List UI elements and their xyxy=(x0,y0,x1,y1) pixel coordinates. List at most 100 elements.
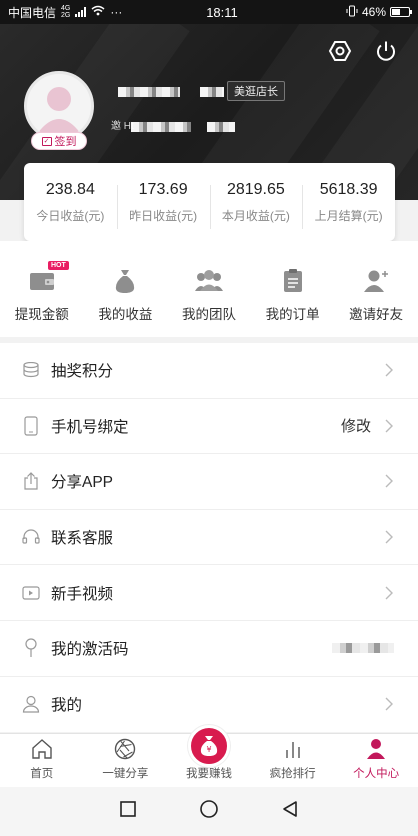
quick-action-label: 我的团队 xyxy=(181,307,236,322)
invite-code-redacted xyxy=(207,122,235,132)
chevron-right-icon xyxy=(385,586,394,600)
money-bag-icon xyxy=(84,267,168,295)
quick-action-label: 我的收益 xyxy=(98,307,153,322)
checkin-label: 签到 xyxy=(54,136,77,148)
quick-action-label: 提现金额 xyxy=(14,307,69,322)
quick-action-invite[interactable]: 邀请好友 xyxy=(334,267,418,337)
stat-label: 今日收益(元) xyxy=(36,208,105,223)
recents-icon[interactable] xyxy=(119,800,137,823)
chevron-right-icon xyxy=(385,697,394,711)
stat-value: 238.84 xyxy=(45,180,95,198)
quick-action-withdraw[interactable]: HOT 提现金额 xyxy=(0,261,84,337)
battery-icon xyxy=(390,7,412,17)
ranking-icon xyxy=(283,737,303,761)
video-icon xyxy=(20,583,42,603)
menu-item-label: 抽奖积分 xyxy=(51,363,114,381)
user-icon xyxy=(20,694,42,714)
quick-action-earnings[interactable]: 我的收益 xyxy=(84,267,168,337)
username-redacted xyxy=(118,87,180,97)
stat-last-month[interactable]: 5618.39 上月结算(元) xyxy=(302,180,395,229)
carrier-label: 中国电信 xyxy=(8,5,57,20)
profile-icon xyxy=(365,737,387,761)
menu-item-share-app[interactable]: 分享APP xyxy=(0,454,418,510)
clock: 18:11 xyxy=(206,4,238,20)
stat-value: 2819.65 xyxy=(226,180,285,198)
quick-action-team[interactable]: 我的团队 xyxy=(167,267,251,337)
tab-home[interactable]: 首页 xyxy=(0,734,84,787)
battery-percent: 46% xyxy=(361,5,386,19)
chevron-right-icon xyxy=(385,530,394,544)
stat-label: 本月收益(元) xyxy=(221,208,290,223)
chevron-right-icon xyxy=(385,419,394,433)
team-icon xyxy=(167,267,251,295)
headset-icon xyxy=(20,527,42,547)
menu-item-tutorial-video[interactable]: 新手视频 xyxy=(0,565,418,621)
chevron-right-icon xyxy=(385,363,394,377)
menu-item-customer-service[interactable]: 联系客服 xyxy=(0,510,418,566)
checkin-icon: ✓ xyxy=(41,136,52,146)
quick-action-label: 我的订单 xyxy=(265,307,320,322)
tab-label: 我要赚钱 xyxy=(185,768,232,780)
quick-action-label: 邀请好友 xyxy=(349,307,404,322)
menu-item-label: 新手视频 xyxy=(51,585,114,603)
back-icon[interactable] xyxy=(281,800,299,823)
checkin-button[interactable]: ✓ 签到 xyxy=(31,132,87,150)
power-icon[interactable] xyxy=(373,38,399,64)
earnings-card: 238.84 今日收益(元) 173.69 昨日收益(元) 2819.65 本月… xyxy=(24,163,395,241)
menu-item-lottery-points[interactable]: 抽奖积分 xyxy=(0,343,418,399)
share-icon xyxy=(20,471,42,491)
activation-code-redacted xyxy=(332,643,394,654)
home-icon xyxy=(31,737,53,761)
system-nav-bar xyxy=(0,787,418,836)
menu-item-label: 我的激活码 xyxy=(51,641,129,659)
quick-action-orders[interactable]: 我的订单 xyxy=(251,267,335,337)
tab-one-click-share[interactable]: 一键分享 xyxy=(84,734,168,787)
tab-ranking[interactable]: 疯抢排行 xyxy=(251,734,335,787)
modify-link[interactable]: 修改 xyxy=(341,415,371,436)
wallet-icon xyxy=(0,267,84,295)
menu-item-label: 我的 xyxy=(51,697,83,715)
money-bag-icon: ¥ xyxy=(187,725,230,767)
order-icon xyxy=(251,267,335,295)
stat-value: 173.69 xyxy=(138,180,188,198)
home-button-icon[interactable] xyxy=(199,799,219,824)
svg-text:¥: ¥ xyxy=(206,745,211,754)
tab-label: 首页 xyxy=(30,768,54,780)
stat-label: 昨日收益(元) xyxy=(129,208,198,223)
menu-item-label: 手机号绑定 xyxy=(51,418,129,436)
tab-label: 个人中心 xyxy=(353,768,400,780)
level-badge: 美逛店长 xyxy=(227,81,285,101)
aperture-icon xyxy=(114,737,136,761)
chevron-right-icon xyxy=(385,474,394,488)
settings-icon[interactable] xyxy=(327,38,353,64)
hot-badge: HOT xyxy=(48,261,69,270)
invite-icon xyxy=(334,267,418,295)
phone-icon xyxy=(20,416,42,436)
stat-value: 5618.39 xyxy=(319,180,378,198)
signal-icon xyxy=(75,7,87,17)
menu-item-phone-binding[interactable]: 手机号绑定 修改 xyxy=(0,399,418,455)
network-type-icon: 4G 2G xyxy=(61,5,71,19)
vibrate-icon xyxy=(346,5,358,20)
menu-item-activation-code[interactable]: 我的激活码 xyxy=(0,621,418,677)
tab-profile[interactable]: 个人中心 xyxy=(334,734,418,787)
coins-icon xyxy=(20,360,42,380)
stat-label: 上月结算(元) xyxy=(314,208,383,223)
invite-code-redacted xyxy=(131,122,191,132)
username-redacted xyxy=(200,87,224,97)
bottom-tab-bar: 首页 一键分享 ¥ 我要赚钱 疯抢排行 个人中心 xyxy=(0,725,418,787)
menu-item-label: 分享APP xyxy=(51,474,114,492)
stat-today[interactable]: 238.84 今日收益(元) xyxy=(24,181,117,224)
stat-this-month[interactable]: 2819.65 本月收益(元) xyxy=(209,180,303,229)
avatar[interactable] xyxy=(24,71,94,141)
status-bar: 中国电信 4G 2G ··· 18:11 46% xyxy=(0,0,418,24)
tab-label: 一键分享 xyxy=(102,768,149,780)
settings-menu: 抽奖积分 手机号绑定 修改 分享APP 联系客服 新手视频 我的激活码 我的 xyxy=(0,343,418,733)
tab-label: 疯抢排行 xyxy=(269,768,316,780)
tab-earn-money[interactable]: ¥ 我要赚钱 xyxy=(167,725,251,787)
menu-item-label: 联系客服 xyxy=(51,530,114,548)
quick-actions: HOT 提现金额 我的收益 我的团队 我的订单 邀请好友 xyxy=(0,241,418,337)
pin-icon xyxy=(20,638,42,658)
stat-yesterday[interactable]: 173.69 昨日收益(元) xyxy=(116,180,210,229)
menu-item-mine[interactable]: 我的 xyxy=(0,677,418,733)
